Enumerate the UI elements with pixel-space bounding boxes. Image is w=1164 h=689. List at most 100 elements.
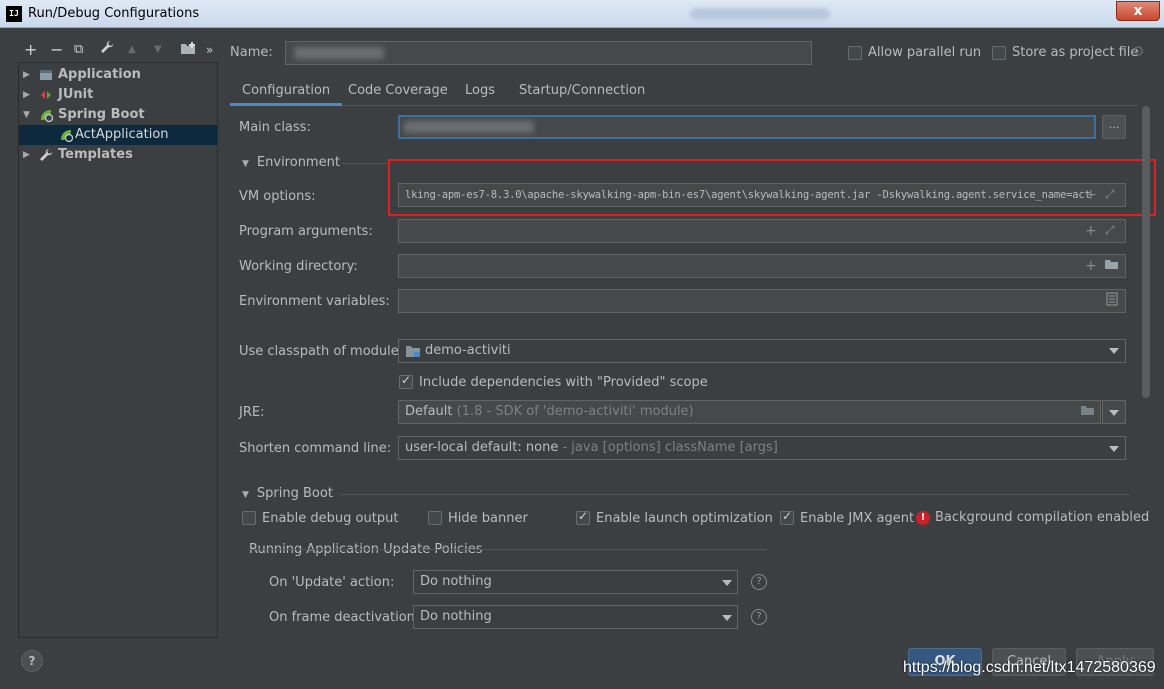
working-directory-input[interactable] bbox=[398, 254, 1126, 278]
include-deps-checkbox[interactable] bbox=[399, 373, 413, 389]
redacted-name bbox=[294, 47, 384, 59]
on-update-select[interactable]: Do nothing bbox=[413, 570, 738, 594]
tree-item-application[interactable]: ▶ Application bbox=[19, 65, 217, 85]
insert-macro-icon[interactable]: + bbox=[1085, 258, 1097, 274]
application-icon bbox=[40, 70, 52, 80]
insert-macro-icon[interactable]: + bbox=[1085, 223, 1097, 239]
tab-configuration[interactable]: Configuration bbox=[230, 78, 343, 106]
chevron-down-icon[interactable] bbox=[1109, 446, 1119, 452]
allow-parallel-checkbox[interactable] bbox=[848, 46, 862, 60]
jre-input[interactable]: Default (1.8 - SDK of 'demo-activiti' mo… bbox=[398, 400, 1101, 424]
enable-jmx-label: Enable JMX agent bbox=[800, 511, 915, 526]
folder-icon[interactable] bbox=[1104, 258, 1119, 274]
vm-options-label: VM options: bbox=[239, 189, 316, 204]
section-divider bbox=[249, 549, 767, 550]
move-down-button[interactable]: ▼ bbox=[154, 38, 162, 62]
folder-icon bbox=[181, 42, 195, 54]
jre-value: Default bbox=[405, 404, 453, 419]
gear-icon[interactable]: ⚙ bbox=[1132, 44, 1145, 60]
junit-icon bbox=[41, 91, 51, 99]
main-class-input[interactable] bbox=[398, 115, 1096, 139]
tree-item-label: ActApplication bbox=[75, 127, 169, 142]
shorten-command-label: Shorten command line: bbox=[239, 441, 392, 456]
shorten-value: user-local default: none bbox=[405, 440, 559, 455]
edit-variables-icon[interactable] bbox=[1106, 292, 1118, 310]
store-project-checkbox[interactable] bbox=[992, 46, 1006, 60]
program-arguments-input[interactable] bbox=[398, 219, 1126, 243]
help-icon[interactable]: ? bbox=[751, 609, 767, 625]
on-update-label: On 'Update' action: bbox=[269, 575, 395, 590]
vertical-scrollbar[interactable] bbox=[1142, 106, 1150, 398]
enable-debug-checkbox[interactable] bbox=[242, 511, 256, 525]
enable-launch-checkbox[interactable] bbox=[576, 509, 590, 525]
edit-defaults-button[interactable] bbox=[100, 38, 114, 62]
tree-item-spring-boot[interactable]: ▼ Spring Boot bbox=[19, 105, 217, 125]
chevron-down-icon[interactable] bbox=[722, 615, 732, 621]
new-folder-button[interactable] bbox=[180, 38, 196, 62]
environment-section-title[interactable]: ▼ Environment bbox=[242, 155, 340, 170]
collapse-arrow-icon: ▼ bbox=[242, 490, 249, 500]
include-deps-label: Include dependencies with "Provided" sco… bbox=[419, 375, 708, 390]
chevron-down-icon[interactable] bbox=[722, 580, 732, 586]
collapse-arrow-icon[interactable]: ▼ bbox=[23, 105, 30, 125]
move-up-button[interactable]: ▲ bbox=[128, 38, 136, 62]
tab-startup-connection[interactable]: Startup/Connection bbox=[519, 78, 645, 106]
classpath-select[interactable]: demo-activiti bbox=[398, 339, 1126, 363]
classpath-value: demo-activiti bbox=[425, 343, 511, 358]
shorten-command-select[interactable]: user-local default: none - java [options… bbox=[398, 436, 1126, 460]
spring-boot-section-title[interactable]: ▼ Spring Boot bbox=[242, 486, 333, 501]
blurred-title-area bbox=[690, 8, 830, 20]
enable-launch-label: Enable launch optimization bbox=[596, 511, 773, 526]
main-class-label: Main class: bbox=[239, 120, 311, 135]
tree-item-templates[interactable]: ▶ Templates bbox=[19, 145, 217, 165]
wrench-icon bbox=[101, 40, 114, 53]
module-folder-icon bbox=[406, 346, 420, 357]
environment-title-text: Environment bbox=[256, 155, 340, 170]
copy-configuration-button[interactable]: ⧉ bbox=[74, 38, 83, 62]
on-frame-select[interactable]: Do nothing bbox=[413, 605, 738, 629]
section-divider bbox=[340, 494, 1130, 495]
help-button[interactable]: ? bbox=[21, 650, 43, 672]
tab-logs[interactable]: Logs bbox=[465, 78, 495, 106]
tree-item-actapplication[interactable]: ActApplication bbox=[19, 125, 217, 145]
section-divider bbox=[342, 163, 390, 164]
tree-item-junit[interactable]: ▶ JUnit bbox=[19, 85, 217, 105]
help-icon[interactable]: ? bbox=[751, 574, 767, 590]
expand-arrow-icon[interactable]: ▶ bbox=[23, 145, 30, 165]
tree-item-label: JUnit bbox=[58, 87, 94, 102]
hide-banner-label: Hide banner bbox=[448, 511, 528, 526]
hide-banner-checkbox[interactable] bbox=[428, 511, 442, 525]
enable-jmx-checkbox[interactable] bbox=[780, 509, 794, 525]
tree-toolbar: + − ⧉ ▲ ▼ » bbox=[18, 38, 218, 62]
tab-code-coverage[interactable]: Code Coverage bbox=[348, 78, 448, 106]
chevron-down-icon[interactable] bbox=[1109, 348, 1119, 354]
name-label: Name: bbox=[230, 45, 273, 60]
environment-variables-label: Environment variables: bbox=[239, 294, 390, 309]
expand-arrow-icon[interactable]: ▶ bbox=[23, 65, 30, 85]
collapse-arrow-icon: ▼ bbox=[242, 159, 249, 169]
enable-debug-label: Enable debug output bbox=[262, 511, 399, 526]
allow-parallel-label: Allow parallel run bbox=[868, 45, 982, 60]
more-toolbar-button[interactable]: » bbox=[206, 38, 213, 62]
intellij-app-icon: IJ bbox=[6, 6, 22, 22]
remove-configuration-button[interactable]: − bbox=[50, 38, 63, 62]
classpath-label: Use classpath of module: bbox=[239, 344, 404, 359]
name-input[interactable] bbox=[285, 41, 812, 65]
jre-hint: (1.8 - SDK of 'demo-activiti' module) bbox=[456, 404, 694, 419]
expand-arrow-icon[interactable]: ▶ bbox=[23, 85, 30, 105]
environment-variables-input[interactable] bbox=[398, 289, 1126, 313]
wrench-icon bbox=[40, 148, 53, 161]
main-class-browse-button[interactable]: ... bbox=[1102, 115, 1126, 139]
folder-icon[interactable] bbox=[1080, 404, 1095, 420]
add-configuration-button[interactable]: + bbox=[24, 38, 37, 62]
expand-icon[interactable]: ⤢ bbox=[1105, 223, 1115, 238]
close-button[interactable]: x bbox=[1116, 1, 1160, 21]
spring-boot-icon bbox=[41, 110, 53, 122]
window-title: Run/Debug Configurations bbox=[28, 6, 200, 21]
jre-label: JRE: bbox=[239, 405, 265, 420]
spring-boot-app-icon bbox=[61, 130, 73, 142]
red-highlight-annotation bbox=[388, 159, 1156, 216]
watermark-text: https://blog.csdn.net/ltx1472580369 bbox=[903, 659, 1156, 676]
tree-item-label: Spring Boot bbox=[58, 107, 145, 122]
on-frame-label: On frame deactivation: bbox=[269, 610, 420, 625]
